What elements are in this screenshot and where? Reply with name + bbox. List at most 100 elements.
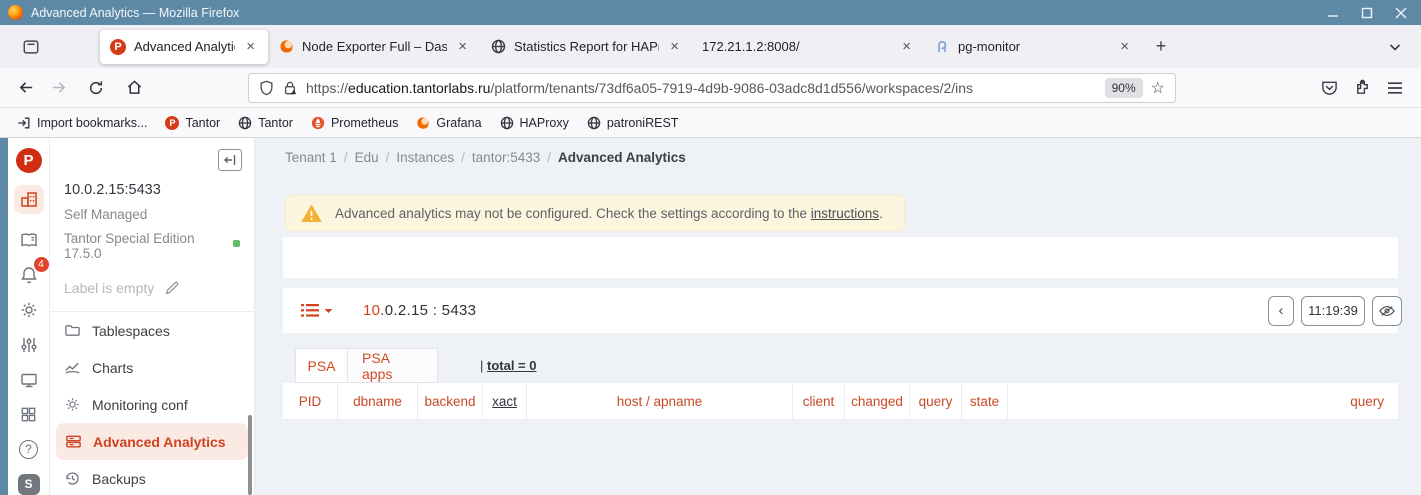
menu-hamburger-icon[interactable] xyxy=(1387,81,1403,95)
edit-label-icon[interactable] xyxy=(164,280,180,296)
column-header-state[interactable]: state xyxy=(962,383,1008,419)
monitor-icon[interactable] xyxy=(14,365,44,394)
reload-icon[interactable] xyxy=(80,73,112,103)
bookmark-tantor-1[interactable]: P Tantor xyxy=(158,113,227,133)
bookmark-tantor-2[interactable]: Tantor xyxy=(231,113,300,133)
zoom-level-badge[interactable]: 90% xyxy=(1105,78,1143,98)
browser-tab-node-exporter[interactable]: Node Exporter Full – Dash × xyxy=(268,30,480,64)
forward-icon[interactable] xyxy=(42,73,74,103)
tantor-logo[interactable]: P xyxy=(16,148,42,173)
column-header-xact[interactable]: xact xyxy=(483,383,527,419)
chart-line-icon xyxy=(64,359,81,376)
menu-label: Tablespaces xyxy=(92,323,170,339)
pocket-icon[interactable] xyxy=(1321,79,1338,96)
warning-triangle-icon xyxy=(301,204,322,223)
help-icon[interactable]: ? xyxy=(14,435,44,464)
close-tab-icon[interactable]: × xyxy=(899,38,914,55)
sidebar-item-charts[interactable]: Charts xyxy=(50,349,254,386)
bookmark-haproxy[interactable]: HAProxy xyxy=(493,113,576,133)
close-window-button[interactable] xyxy=(1395,7,1407,19)
maximize-button[interactable] xyxy=(1361,7,1373,19)
total-count: | total = 0 xyxy=(480,358,537,373)
globe-icon xyxy=(500,116,514,130)
bookmark-label: HAProxy xyxy=(520,116,569,130)
settings-gear-icon[interactable] xyxy=(14,296,44,325)
home-icon[interactable] xyxy=(118,73,150,103)
tab-psa[interactable]: PSA xyxy=(295,348,348,383)
time-display[interactable]: 11:19:39 xyxy=(1301,296,1365,326)
column-header-pid[interactable]: PID xyxy=(283,383,338,419)
online-status-dot xyxy=(233,240,240,247)
total-link[interactable]: total = 0 xyxy=(487,358,537,373)
close-tab-icon[interactable]: × xyxy=(667,38,682,55)
sidebar-item-instances[interactable] xyxy=(14,185,44,214)
breadcrumb-item[interactable]: tantor:5433 xyxy=(472,150,540,165)
minimize-button[interactable] xyxy=(1327,7,1339,19)
sidebar-scrollbar[interactable] xyxy=(248,415,252,495)
new-tab-button[interactable]: + xyxy=(1146,32,1176,62)
bookmark-star-icon[interactable]: ☆ xyxy=(1151,78,1165,98)
sidebar-item-tablespaces[interactable]: Tablespaces xyxy=(50,312,254,349)
window-titlebar: Advanced Analytics — Mozilla Firefox xyxy=(0,0,1421,25)
browser-tab-172-21-1-2[interactable]: 172.21.1.2:8008/ × xyxy=(692,30,924,64)
bookmark-grafana[interactable]: Grafana xyxy=(409,113,488,133)
tab-label: pg-monitor xyxy=(958,39,1109,54)
sidebar-item-backups[interactable]: Backups xyxy=(50,460,254,495)
breadcrumb-item[interactable]: Tenant 1 xyxy=(285,150,337,165)
list-all-tabs-icon[interactable] xyxy=(1381,33,1409,61)
bookmark-patronirest[interactable]: patroniREST xyxy=(580,113,686,133)
column-header-client[interactable]: client xyxy=(793,383,845,419)
back-icon[interactable] xyxy=(10,73,42,103)
breadcrumb-item[interactable]: Edu xyxy=(355,150,379,165)
window-title: Advanced Analytics — Mozilla Firefox xyxy=(31,6,239,20)
bookmark-prometheus[interactable]: Prometheus xyxy=(304,113,405,133)
bookmark-import[interactable]: Import bookmarks... xyxy=(10,113,154,133)
url-text: https://education.tantorlabs.ru/platform… xyxy=(306,80,1099,96)
firefox-logo-icon xyxy=(8,5,23,20)
close-tab-icon[interactable]: × xyxy=(455,38,470,55)
column-header-dbname[interactable]: dbname xyxy=(338,383,418,419)
tantor-favicon: P xyxy=(110,39,126,55)
folder-icon xyxy=(64,322,81,339)
empty-panel xyxy=(283,237,1398,278)
sidebar-item-monitoring-conf[interactable]: Monitoring conf xyxy=(50,386,254,423)
lock-icon[interactable] xyxy=(283,80,297,96)
instructions-link[interactable]: instructions xyxy=(811,206,879,221)
browser-tab-statistics-report[interactable]: Statistics Report for HAPro × xyxy=(480,30,692,64)
column-header-changed[interactable]: changed xyxy=(845,383,910,419)
tab-psa-apps[interactable]: PSA apps xyxy=(347,348,438,383)
close-tab-icon[interactable]: × xyxy=(1117,38,1132,55)
shield-icon[interactable] xyxy=(259,80,274,96)
tab-label: Node Exporter Full – Dash xyxy=(302,39,447,54)
extensions-icon[interactable] xyxy=(1354,79,1371,96)
list-dropdown-icon[interactable] xyxy=(301,303,333,318)
browser-tab-advanced-analytics[interactable]: P Advanced Analytics × xyxy=(100,30,268,64)
bookmark-label: Grafana xyxy=(436,116,481,130)
tantor-favicon: P xyxy=(165,116,179,130)
close-tab-icon[interactable]: × xyxy=(243,38,258,55)
column-header-backend[interactable]: backend xyxy=(418,383,483,419)
collapse-sidebar-icon[interactable] xyxy=(218,149,242,171)
browser-tab-pg-monitor[interactable]: pg-monitor × xyxy=(924,30,1142,64)
address-bar[interactable]: https://education.tantorlabs.ru/platform… xyxy=(248,73,1176,103)
bookmark-label: Tantor xyxy=(258,116,293,130)
bookmark-label: Import bookmarks... xyxy=(37,116,147,130)
sliders-icon[interactable] xyxy=(14,330,44,359)
bookmark-label: patroniREST xyxy=(607,116,679,130)
column-header-query-wide[interactable]: query xyxy=(1008,383,1398,419)
bookmark-label: Tantor xyxy=(185,116,220,130)
sidebar-item-docs[interactable] xyxy=(14,226,44,255)
notifications-bell-icon[interactable]: 4 xyxy=(14,261,44,290)
user-avatar[interactable]: S xyxy=(18,474,40,495)
breadcrumb-item[interactable]: Instances xyxy=(396,150,454,165)
time-back-button[interactable]: ‹ xyxy=(1268,296,1294,326)
sidebar-item-advanced-analytics[interactable]: Advanced Analytics xyxy=(56,423,248,460)
menu-label: Monitoring conf xyxy=(92,397,188,413)
firefox-view-icon[interactable] xyxy=(16,32,46,62)
tab-label: Advanced Analytics xyxy=(134,39,235,54)
eye-button[interactable] xyxy=(1372,296,1402,326)
import-icon xyxy=(17,116,31,130)
column-header-query[interactable]: query xyxy=(910,383,962,419)
apps-grid-icon[interactable] xyxy=(14,400,44,429)
column-header-host-apname[interactable]: host / apname xyxy=(527,383,793,419)
